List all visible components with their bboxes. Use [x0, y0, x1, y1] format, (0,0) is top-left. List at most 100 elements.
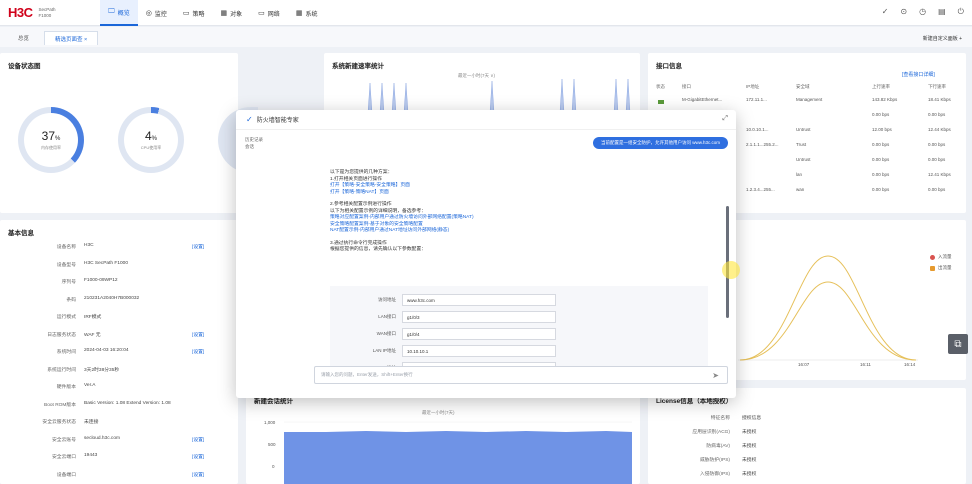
form-input[interactable]: www.h3c.com — [402, 294, 556, 306]
card-title: 基本信息 — [8, 230, 34, 237]
spike — [489, 80, 495, 113]
nav-network[interactable]: ▭ 网络 — [250, 0, 288, 26]
system-icon: ▦ — [295, 10, 303, 17]
nav-object[interactable]: ▦ 对象 — [213, 0, 251, 26]
policy-icon: ▭ — [182, 10, 190, 17]
form-label: LAN IP地址 — [372, 348, 396, 353]
license-row: 入侵防御(IPS) 未授权 — [699, 472, 757, 477]
tab-overview[interactable]: 总览 — [8, 31, 39, 45]
memory-usage-ring: 37% 内存使用率 — [18, 107, 84, 173]
x-tick: 16:07 — [798, 362, 810, 367]
spike — [391, 82, 397, 113]
form-row: LAN IP地址 10.10.10.1 — [330, 345, 708, 357]
form-row: LAN接口 g1/0/3 — [330, 311, 708, 323]
tab-custom-page[interactable]: 精选页面查 × — [44, 31, 99, 45]
spike — [613, 78, 619, 113]
spike — [625, 78, 631, 113]
cpu-usage-label: CPU使用率 — [140, 145, 162, 150]
interface-details-link[interactable]: [查看接口详细] — [902, 71, 935, 78]
info-row: 序列号 F1000-09WP12 — [61, 278, 118, 285]
x-tick: 16:11 — [860, 362, 871, 367]
nav-system[interactable]: ▦ 系统 — [288, 0, 326, 26]
save-icon[interactable]: ▤ — [938, 7, 946, 17]
card-title: 接口信息 — [656, 63, 682, 70]
send-icon[interactable]: ➤ — [712, 371, 719, 380]
assistant-logo-icon: ✓ — [246, 115, 253, 124]
form-input[interactable]: g1/0/3 — [402, 311, 556, 323]
object-icon: ▦ — [220, 10, 228, 17]
nav-monitor[interactable]: ◎ 监控 — [138, 0, 175, 26]
floating-panel-button[interactable]: ⧉ — [948, 334, 968, 354]
info-row: 运行模式 IRF模式 — [56, 315, 102, 320]
inbound-line — [739, 281, 917, 361]
help-icon[interactable]: ⊙ — [900, 7, 907, 17]
setting-link[interactable]: [设置] — [192, 331, 204, 338]
setting-link[interactable]: [设置] — [192, 453, 204, 460]
memory-usage-label: 内存使用率 — [41, 145, 61, 150]
setting-link[interactable]: [设置] — [192, 471, 204, 478]
form-label: LAN接口 — [378, 314, 396, 319]
form-input[interactable]: g1/0/4 — [402, 328, 556, 340]
chat-input[interactable]: 请输入您的问题，Enter发送，Shift+Enter换行 ➤ — [314, 366, 728, 384]
main-nav: 🖵 概览 ◎ 监控 ▭ 策略 ▦ 对象 ▭ 网络 ▦ 系统 — [100, 0, 325, 26]
history-label[interactable]: 历史记录 — [245, 136, 263, 143]
assistant-title: 防火墙智能专家 — [256, 118, 299, 124]
expand-icon[interactable]: ⤢ — [722, 115, 728, 123]
table-row[interactable]: M-GigabitEthernet... 172.11.1... Managemen… — [648, 97, 965, 108]
info-row: 条码 210231A2040H7B000032 — [66, 295, 140, 303]
chat-input-placeholder: 请输入您的问题，Enter发送，Shift+Enter换行 — [321, 372, 413, 377]
port-status-icon — [658, 100, 664, 104]
power-icon[interactable]: ⏻ — [958, 7, 964, 17]
card-title: 设备状态图 — [8, 63, 41, 70]
spike — [571, 78, 577, 113]
setting-link[interactable]: [设置] — [192, 243, 204, 250]
spike — [379, 82, 385, 113]
outbound-line — [739, 255, 917, 361]
session-label[interactable]: 会话 — [245, 143, 263, 150]
info-row: 设备型号 H3C SecPath F1000 — [56, 260, 128, 268]
assistant-icon[interactable]: ✓ — [882, 7, 889, 17]
monitor-target-icon: ◎ — [145, 10, 152, 17]
license-row: 威胁防护(IPS) 未授权 — [699, 458, 757, 463]
session-stat-card: 新建会话统计 最近一小时(7天) 1,000 500 0 — [246, 388, 640, 484]
chat-history-panel: 历史记录 会话 — [245, 136, 263, 150]
network-icon: ▭ — [258, 10, 265, 17]
cpu-usage-ring: 4% CPU使用率 — [118, 107, 184, 173]
license-card: License信息（本地授权） 特征名称 授权信息 应用层识别(ACG) 未授权 防病毒… — [648, 388, 966, 484]
form-row: 访问地址 www.h3c.com — [330, 294, 708, 306]
nav-overview[interactable]: 🖵 概览 — [100, 0, 138, 26]
assistant-answer: 以下是为您提供的几种方案： 1.打开相关页面进行操作 打开【策略-安全策略-安全策略… — [330, 170, 710, 254]
session-rate-chart — [367, 78, 631, 113]
brand-logo[interactable]: H3C SecPath F1000 — [8, 5, 56, 20]
form-input[interactable]: 10.10.10.1 — [402, 345, 556, 357]
rate-spikes — [367, 78, 631, 113]
session-stat-chart — [284, 421, 632, 484]
nav-policy[interactable]: ▭ 策略 — [175, 0, 213, 26]
cursor-highlight — [722, 261, 740, 279]
top-toolbar-icons: ✓ ⊙ ◷ ▤ ⏻ — [882, 7, 964, 17]
memory-usage-value: 37 — [41, 129, 55, 143]
x-tick: 16:14 — [904, 362, 916, 367]
info-row: 安全云账号 secloud.h3c.com [设置] — [52, 435, 205, 443]
info-row: Boot ROM版本 Basic Version: 1.08 Extend Ver… — [44, 400, 171, 408]
device-status-card: 设备状态图 37% 内存使用率 4% CPU使用率 — [0, 53, 258, 213]
info-row: 设备端口 [设置] — [56, 471, 205, 478]
logo-subtitle: SecPath F1000 — [38, 6, 56, 18]
info-row: 系统运行时间 3天2时38分35秒 — [47, 367, 120, 373]
session-rate-card: 系统新建速率统计 最近一小时(7天 ∨) — [324, 53, 640, 113]
license-row: 防病毒(AV) 未授权 — [706, 444, 757, 449]
interfaces-table-header: 状态 接口 IP地址 安全域 上行速率 下行速率 — [656, 84, 946, 89]
new-custom-panel-button[interactable]: 新建自定义面板 + — [923, 35, 962, 42]
basic-info-card: 基本信息 设备名称 H3C [设置] 设备型号 H3C SecPath F1000 序列号… — [0, 220, 238, 484]
user-question-bubble: 当前配置是一组安全防护，允许其他用户访问 www.h3c.com — [592, 137, 728, 149]
clock-icon[interactable]: ◷ — [919, 7, 926, 17]
assistant-header: ✓ 防火墙智能专家 — [236, 110, 736, 130]
setting-link[interactable]: [设置] — [192, 436, 204, 443]
parameter-form: 访问地址 www.h3c.com LAN接口 g1/0/3 WAN接口 g1/0/4 LAN… — [330, 286, 708, 376]
setting-link[interactable]: [设置] — [192, 348, 204, 355]
info-row: 日志服务状态 WAF 无 [设置] — [47, 331, 205, 338]
answer-line: 根据您提供的信息，请先确认以下参数配置： — [330, 247, 426, 252]
form-label: 访问地址 — [378, 297, 396, 302]
info-row: 设备名称 H3C [设置] — [56, 243, 205, 250]
license-row: 应用层识别(ACG) 未授权 — [692, 430, 757, 435]
